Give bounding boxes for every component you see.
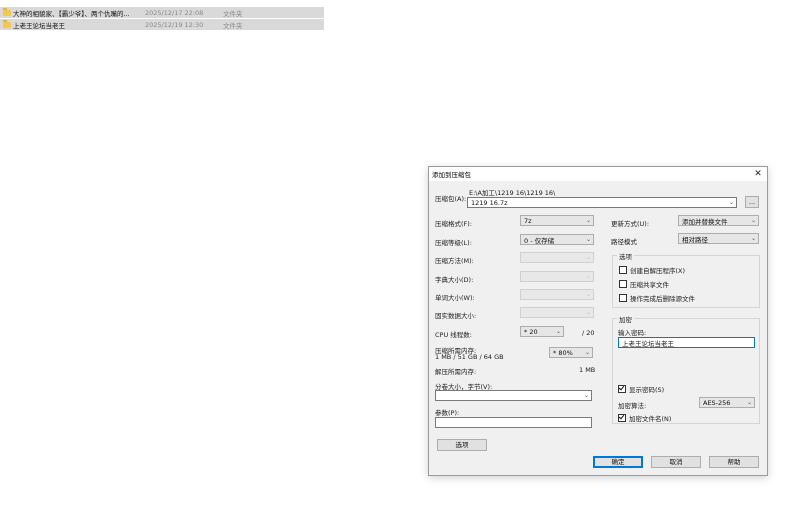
level-value: 0 - 仅存储: [524, 236, 555, 245]
file-type: 文件夹: [223, 21, 243, 30]
checkbox-box: [618, 414, 626, 422]
cpu-value: * 20: [524, 327, 538, 336]
sfx-checkbox[interactable]: 创建自解压程序(X): [619, 265, 685, 275]
enc-method-value: AES-256: [703, 398, 731, 407]
archive-name-combo[interactable]: 1219 16.7z ⌄: [467, 197, 737, 208]
file-name: 上老王论坛当老王: [13, 21, 65, 30]
delete-checkbox[interactable]: 操作完成后删除源文件: [619, 293, 695, 303]
update-label: 更新方式(U):: [611, 220, 650, 228]
cancel-button[interactable]: 取消: [651, 456, 701, 468]
chevron-down-icon: ⌄: [585, 254, 591, 261]
cpu-select[interactable]: * 20 ⌄: [520, 326, 564, 337]
mem-detail: 1 MB / 51 GB / 64 GB: [435, 353, 504, 361]
method-label: 压缩方法(M):: [435, 257, 474, 265]
pathmode-value: 相对路径: [682, 235, 708, 244]
params-label: 参数(P):: [435, 409, 460, 417]
cpu-total: / 20: [582, 329, 595, 337]
chevron-down-icon: ⌄: [584, 349, 590, 356]
dict-select[interactable]: ⌄: [520, 271, 594, 282]
archive-path: E:\A加工\1219 16\1219 16\: [469, 189, 556, 197]
chevron-down-icon: ⌄: [585, 309, 591, 316]
checkbox-box: [619, 266, 627, 274]
chevron-down-icon: ⌄: [585, 273, 591, 280]
encrypt-group-title: 加密: [617, 314, 634, 324]
update-select[interactable]: 添加并替换文件 ⌄: [678, 215, 759, 226]
dict-label: 字典大小(D):: [435, 276, 474, 284]
file-row[interactable]: 上老王论坛当老王 2025/12/19 12:30 文件夹: [0, 19, 324, 31]
chevron-down-icon: ⌄: [585, 217, 591, 224]
sfx-label: 创建自解压程序(X): [630, 267, 686, 275]
decomp-value: 1 MB: [579, 366, 596, 374]
password-label: 输入密码:: [618, 329, 647, 337]
decomp-label: 解压所需内存:: [435, 368, 477, 376]
close-icon[interactable]: ✕: [752, 168, 764, 180]
archive-name-value: 1219 16.7z: [471, 198, 508, 207]
options-button[interactable]: 选项: [437, 439, 487, 451]
delete-label: 操作完成后删除源文件: [630, 295, 695, 303]
encrypt-names-label: 加密文件名(N): [629, 415, 672, 423]
encrypt-names-checkbox[interactable]: 加密文件名(N): [618, 413, 671, 423]
chevron-down-icon: ⌄: [585, 236, 591, 243]
file-date: 2025/12/17 22:08: [145, 8, 204, 17]
options-group-title: 选项: [617, 251, 634, 261]
add-to-archive-dialog: 添加到压缩包 ✕ 压缩包(A): E:\A加工\1219 16\1219 16\…: [428, 166, 768, 476]
chevron-down-icon: ⌄: [750, 217, 756, 224]
help-button[interactable]: 帮助: [709, 456, 759, 468]
params-input[interactable]: [435, 417, 592, 428]
format-select[interactable]: 7z ⌄: [520, 215, 594, 226]
show-password-checkbox[interactable]: 显示密码(S): [618, 384, 664, 394]
format-value: 7z: [524, 216, 532, 225]
options-group: 选项 创建自解压程序(X) 压缩共享文件 操作完成后删除源文件: [612, 251, 760, 308]
dialog-title: 添加到压缩包: [432, 171, 471, 179]
shared-checkbox[interactable]: 压缩共享文件: [619, 279, 669, 289]
method-select[interactable]: ⌄: [520, 252, 594, 263]
pathmode-label: 路径模式: [611, 238, 637, 246]
chevron-down-icon: ⌄: [728, 199, 734, 206]
folder-icon: [3, 7, 11, 16]
chevron-down-icon: ⌄: [746, 399, 752, 406]
enc-method-label: 加密算法:: [618, 402, 647, 410]
cpu-label: CPU 线程数:: [435, 331, 472, 339]
chevron-down-icon: ⌄: [750, 235, 756, 242]
solid-select[interactable]: ⌄: [520, 307, 594, 318]
dialog-titlebar: 添加到压缩包 ✕: [429, 167, 767, 181]
file-type: 文件夹: [223, 9, 243, 18]
folder-icon: [3, 19, 11, 28]
level-select[interactable]: 0 - 仅存储 ⌄: [520, 234, 594, 245]
chevron-down-icon: ⌄: [585, 291, 591, 298]
shared-label: 压缩共享文件: [630, 281, 669, 289]
pathmode-select[interactable]: 相对路径 ⌄: [678, 233, 759, 244]
word-label: 单词大小(W):: [435, 294, 475, 302]
password-input[interactable]: 上老王论坛当老王: [618, 337, 755, 348]
chevron-down-icon: ⌄: [555, 328, 561, 335]
password-value: 上老王论坛当老王: [622, 339, 674, 348]
file-row[interactable]: 大神的相貌家、【霸少爷】、两个仇嘴的... 2025/12/17 22:08 文…: [0, 7, 324, 19]
level-label: 压缩等级(L):: [435, 239, 472, 247]
solid-label: 固实数据大小:: [435, 312, 477, 320]
mem-select[interactable]: * 80% ⌄: [549, 347, 593, 358]
ok-button[interactable]: 确定: [593, 456, 643, 468]
file-date: 2025/12/19 12:30: [145, 20, 204, 29]
checkbox-box: [619, 280, 627, 288]
chevron-down-icon: ⌄: [583, 392, 589, 399]
file-name: 大神的相貌家、【霸少爷】、两个仇嘴的...: [13, 9, 130, 18]
show-password-label: 显示密码(S): [629, 386, 665, 394]
word-select[interactable]: ⌄: [520, 289, 594, 300]
encrypt-group: 加密 输入密码: 上老王论坛当老王 显示密码(S) 加密算法: AES-256 …: [612, 314, 760, 424]
file-list: 大神的相貌家、【霸少爷】、两个仇嘴的... 2025/12/17 22:08 文…: [0, 7, 324, 31]
split-combo[interactable]: ⌄: [435, 390, 592, 401]
update-value: 添加并替换文件: [682, 217, 728, 226]
checkbox-box: [619, 294, 627, 302]
browse-button[interactable]: ...: [745, 196, 759, 208]
enc-method-select[interactable]: AES-256 ⌄: [699, 397, 755, 408]
checkbox-box: [618, 385, 626, 393]
archive-label: 压缩包(A):: [435, 195, 467, 203]
mem-value: * 80%: [553, 348, 573, 357]
format-label: 压缩格式(F):: [435, 220, 473, 228]
